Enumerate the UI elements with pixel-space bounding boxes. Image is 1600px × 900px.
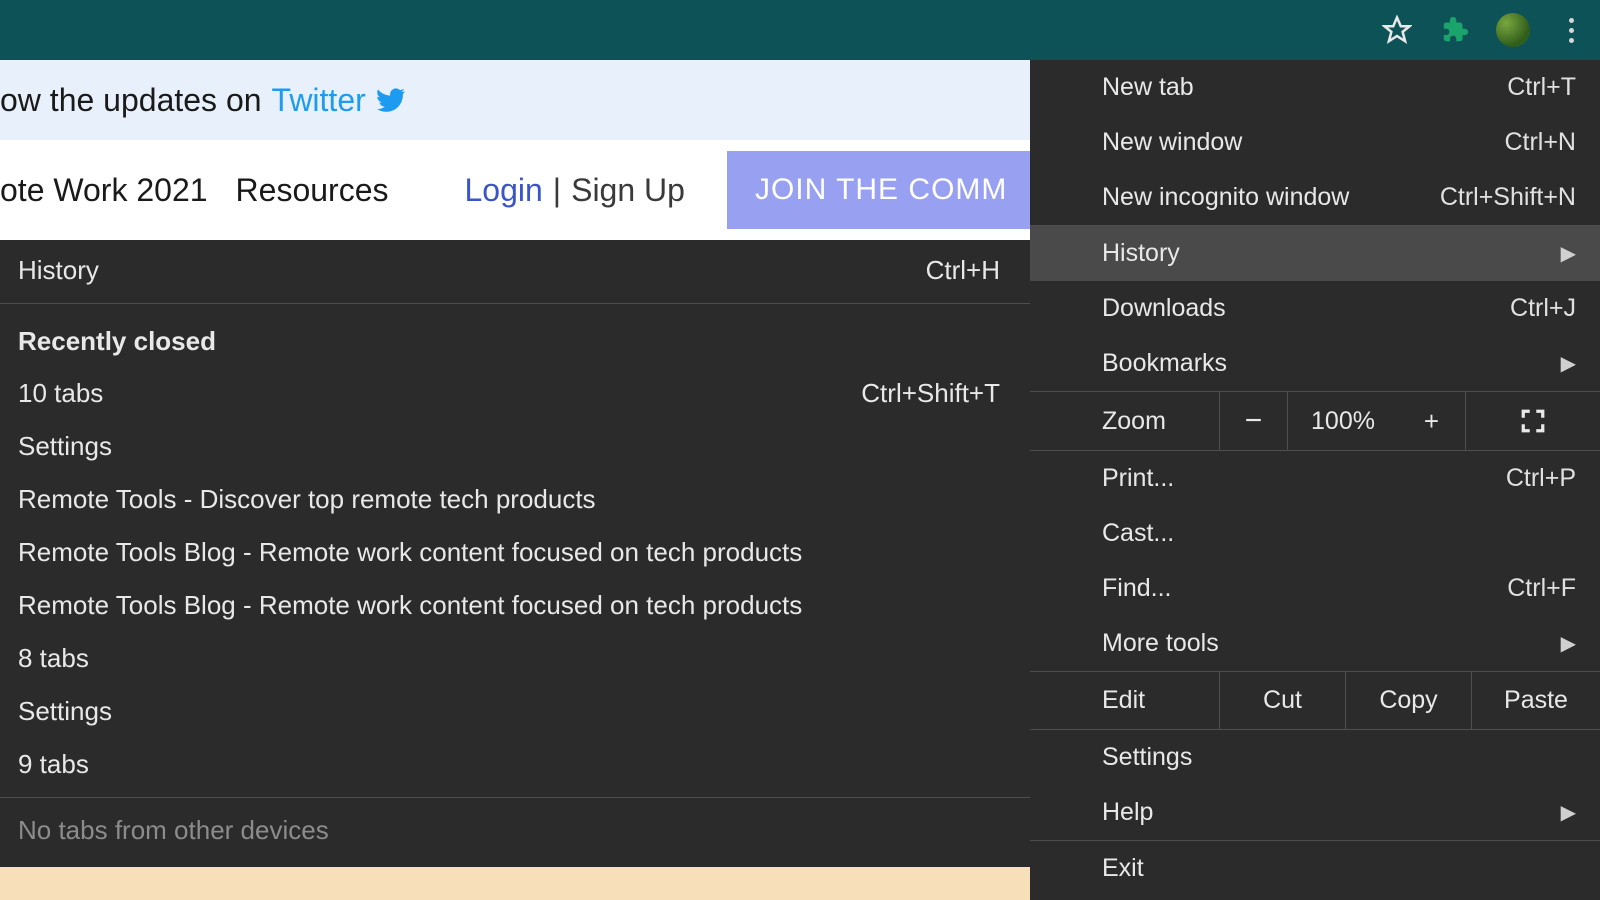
banner-text: ow the updates on <box>0 82 262 119</box>
menu-cast[interactable]: Cast... <box>1030 506 1600 561</box>
recently-closed-item[interactable]: Remote Tools Blog - Remote work content … <box>0 526 1030 579</box>
menu-separator <box>0 303 1030 304</box>
profile-avatar[interactable] <box>1496 13 1530 47</box>
zoom-in-button[interactable]: + <box>1398 392 1466 450</box>
login-link[interactable]: Login <box>464 172 542 209</box>
fullscreen-button[interactable] <box>1466 392 1600 450</box>
chevron-right-icon: ▶ <box>1561 800 1576 825</box>
menu-help[interactable]: Help ▶ <box>1030 785 1600 840</box>
join-community-button[interactable]: JOIN THE COMM <box>727 151 1035 229</box>
edit-label: Edit <box>1030 672 1220 729</box>
kebab-menu-icon[interactable] <box>1554 13 1588 47</box>
bookmark-star-icon[interactable] <box>1380 13 1414 47</box>
history-submenu: History Ctrl+H Recently closed 10 tabs C… <box>0 240 1030 867</box>
nav-separator: | <box>553 172 561 209</box>
chrome-main-menu: New tab Ctrl+T New window Ctrl+N New inc… <box>1030 60 1600 900</box>
menu-bookmarks[interactable]: Bookmarks ▶ <box>1030 336 1600 391</box>
recently-closed-item[interactable]: 9 tabs <box>0 738 1030 791</box>
recently-closed-item[interactable]: Remote Tools - Discover top remote tech … <box>0 473 1030 526</box>
twitter-icon <box>376 85 406 115</box>
signup-link[interactable]: Sign Up <box>571 172 685 209</box>
edit-cut-button[interactable]: Cut <box>1220 672 1346 729</box>
recently-closed-heading: Recently closed <box>0 310 1030 367</box>
recently-closed-item[interactable]: 10 tabs Ctrl+Shift+T <box>0 367 1030 420</box>
recently-closed-item[interactable]: Settings <box>0 685 1030 738</box>
menu-new-window[interactable]: New window Ctrl+N <box>1030 115 1600 170</box>
menu-downloads[interactable]: Downloads Ctrl+J <box>1030 281 1600 336</box>
nav-item-resources[interactable]: Resources <box>236 172 389 209</box>
menu-exit[interactable]: Exit <box>1030 841 1600 896</box>
menu-new-incognito[interactable]: New incognito window Ctrl+Shift+N <box>1030 170 1600 225</box>
history-label: History <box>18 255 99 286</box>
page-banner: ow the updates on Twitter <box>0 60 1080 140</box>
nav-item-remote-work[interactable]: ote Work 2021 <box>0 172 208 209</box>
zoom-level: 100% <box>1288 392 1398 450</box>
menu-settings[interactable]: Settings <box>1030 730 1600 785</box>
recently-closed-item[interactable]: 8 tabs <box>0 632 1030 685</box>
zoom-out-button[interactable]: − <box>1220 392 1288 450</box>
recently-closed-item[interactable]: Settings <box>0 420 1030 473</box>
menu-new-tab[interactable]: New tab Ctrl+T <box>1030 60 1600 115</box>
history-shortcut: Ctrl+H <box>926 255 1000 286</box>
menu-zoom-row: Zoom − 100% + <box>1030 391 1600 451</box>
edit-copy-button[interactable]: Copy <box>1346 672 1472 729</box>
history-menu-item[interactable]: History Ctrl+H <box>0 244 1030 297</box>
menu-find[interactable]: Find... Ctrl+F <box>1030 561 1600 616</box>
zoom-label: Zoom <box>1030 392 1220 450</box>
chevron-right-icon: ▶ <box>1561 241 1576 266</box>
menu-edit-row: Edit Cut Copy Paste <box>1030 671 1600 730</box>
extensions-puzzle-icon[interactable] <box>1438 13 1472 47</box>
chevron-right-icon: ▶ <box>1561 351 1576 376</box>
menu-history[interactable]: History ▶ <box>1030 226 1600 281</box>
menu-separator <box>0 797 1030 798</box>
menu-print[interactable]: Print... Ctrl+P <box>1030 451 1600 506</box>
menu-more-tools[interactable]: More tools ▶ <box>1030 616 1600 671</box>
edit-paste-button[interactable]: Paste <box>1472 672 1600 729</box>
browser-toolbar <box>0 0 1600 60</box>
fullscreen-icon <box>1520 408 1546 434</box>
recently-closed-item[interactable]: Remote Tools Blog - Remote work content … <box>0 579 1030 632</box>
chevron-right-icon: ▶ <box>1561 631 1576 656</box>
no-tabs-from-devices: No tabs from other devices <box>0 804 1030 857</box>
twitter-link[interactable]: Twitter <box>272 82 406 119</box>
